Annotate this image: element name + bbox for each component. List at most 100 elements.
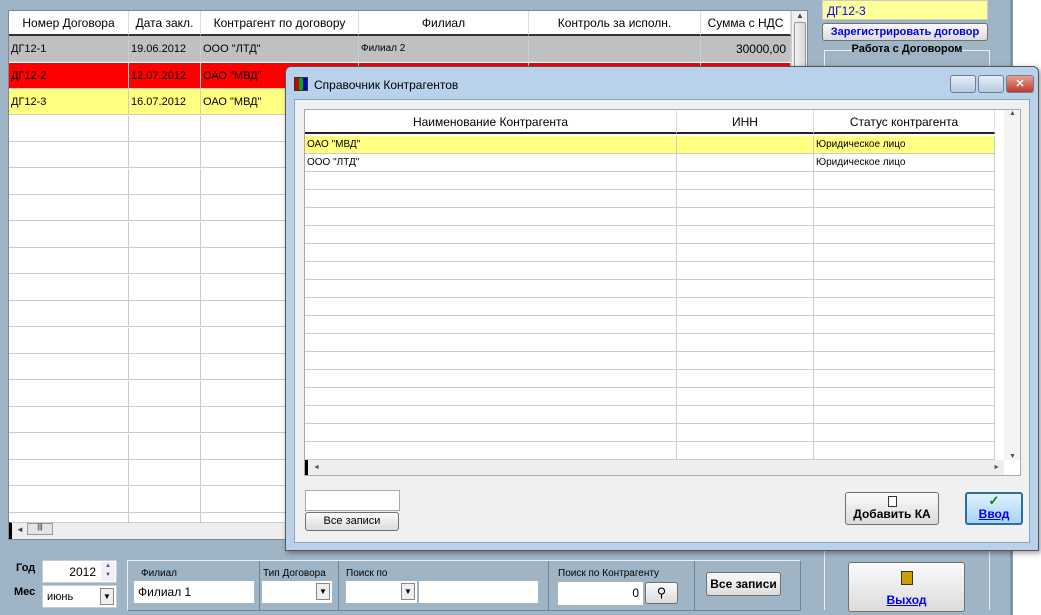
dialog-horizontal-scrollbar[interactable]: ◄ ► [305,460,1004,475]
cell-name [305,352,677,370]
list-item[interactable] [305,424,995,442]
list-item[interactable] [305,280,995,298]
cell-date: 12.07.2012 [129,62,201,88]
col-header-date[interactable]: Дата закл. [129,11,201,36]
spin-arrows-icon[interactable]: ▲ ▼ [101,562,115,581]
counterparties-grid: Наименование Контрагента ИНН Статус конт… [304,109,1021,476]
maximize-button[interactable] [978,75,1004,93]
col-header-inn[interactable]: ИНН [677,110,814,134]
cell-date [129,115,201,141]
list-item[interactable] [305,388,995,406]
exit-button[interactable]: Выход [848,562,965,612]
year-label: Год [16,562,36,574]
cell-inn [677,334,814,352]
year-spinner[interactable]: 2012 ▲ ▼ [42,560,117,583]
register-contract-button[interactable]: Зарегистрировать договор [822,23,988,41]
col-header-counterparty[interactable]: Контрагент по договору [201,11,359,36]
chevron-down-icon[interactable]: ▼ [401,583,415,600]
type-label: Тип Договора [263,568,326,579]
col-header-name[interactable]: Наименование Контрагента [305,110,677,134]
branch-label: Филиал [141,568,178,579]
cell-inn [677,136,814,154]
cell-num [9,195,129,220]
list-item[interactable] [305,442,995,460]
list-item[interactable] [305,352,995,370]
chevron-down-icon[interactable]: ▼ [316,583,330,600]
cell-status: Юридическое лицо [814,136,995,154]
cell-name [305,316,677,334]
cell-inn [677,424,814,442]
col-header-control[interactable]: Контроль за исполн. [529,11,701,36]
branch-field[interactable]: Филиал 1 [134,581,254,603]
cell-inn [677,298,814,316]
cell-num [9,460,129,485]
chevron-down-icon[interactable]: ▼ [100,588,114,605]
cell-inn [677,154,814,172]
cell-date [129,195,201,220]
cell-name [305,334,677,352]
binoculars-search-button[interactable]: ⚲ [645,582,678,604]
cell-inn [677,388,814,406]
list-item[interactable] [305,172,995,190]
cell-date [129,354,201,379]
search-by-label: Поиск по [346,568,388,579]
list-item[interactable] [305,316,995,334]
cell-num [9,433,129,459]
search-by-select[interactable]: ▼ [346,581,417,603]
cell-inn [677,172,814,190]
table-row[interactable]: ДГ12-1 19.06.2012 ООО "ЛТД" Филиал 2 30000,0… [9,36,791,62]
minimize-button[interactable] [950,75,976,93]
cell-name [305,388,677,406]
list-item[interactable] [305,244,995,262]
list-item[interactable] [305,370,995,388]
cell-status [814,244,995,262]
cell-date [129,460,201,485]
col-header-number[interactable]: Номер Договора [9,11,129,36]
all-records-button[interactable]: Все записи [706,572,781,596]
cell-date [129,168,201,194]
list-item[interactable] [305,262,995,280]
month-label: Мес [14,586,36,598]
cell-name [305,244,677,262]
dialog-vertical-scrollbar[interactable]: ▲ ▼ [1004,110,1020,460]
cell-date [129,433,201,459]
books-icon [294,77,308,91]
cell-status [814,334,995,352]
list-item[interactable] [305,190,995,208]
type-select[interactable]: ▼ [262,581,332,603]
cell-status [814,298,995,316]
list-item[interactable] [305,334,995,352]
col-header-branch[interactable]: Филиал [359,11,529,36]
cell-inn [677,244,814,262]
add-counterparty-button[interactable]: Добавить КА [845,492,939,525]
cell-date [129,274,201,300]
cell-name: ООО "ЛТД" [305,154,677,172]
list-item[interactable] [305,226,995,244]
exit-door-icon [900,571,913,585]
cell-status [814,370,995,388]
month-select[interactable]: июнь ▼ [42,585,117,608]
search-text-input[interactable] [419,581,538,603]
list-item[interactable] [305,406,995,424]
cell-date: 16.07.2012 [129,89,201,114]
cell-num [9,407,129,432]
close-button[interactable]: ✕ [1006,75,1034,93]
dialog-all-records-button[interactable]: Все записи [305,512,399,531]
cell-inn [677,208,814,226]
list-item[interactable] [305,208,995,226]
ka-search-label: Поиск по Контрагенту [558,568,660,579]
dialog-search-input[interactable] [305,490,400,511]
cell-status [814,262,995,280]
list-item[interactable]: ОАО "МВД" Юридическое лицо [305,136,995,154]
cell-inn [677,226,814,244]
col-header-status[interactable]: Статус контрагента [814,110,995,134]
ka-search-input[interactable]: 0 [558,582,643,605]
list-item[interactable]: ООО "ЛТД" Юридическое лицо [305,154,995,172]
col-header-sum[interactable]: Сумма с НДС [701,11,791,36]
cell-name [305,190,677,208]
enter-button[interactable]: ✓ Ввод [965,492,1023,525]
cell-branch: Филиал 2 [359,36,529,61]
list-item[interactable] [305,298,995,316]
selected-contract-field[interactable]: ДГ12-3 [822,0,988,20]
filter-panel: Филиал Филиал 1 Тип Договора ▼ Поиск по … [127,560,801,611]
